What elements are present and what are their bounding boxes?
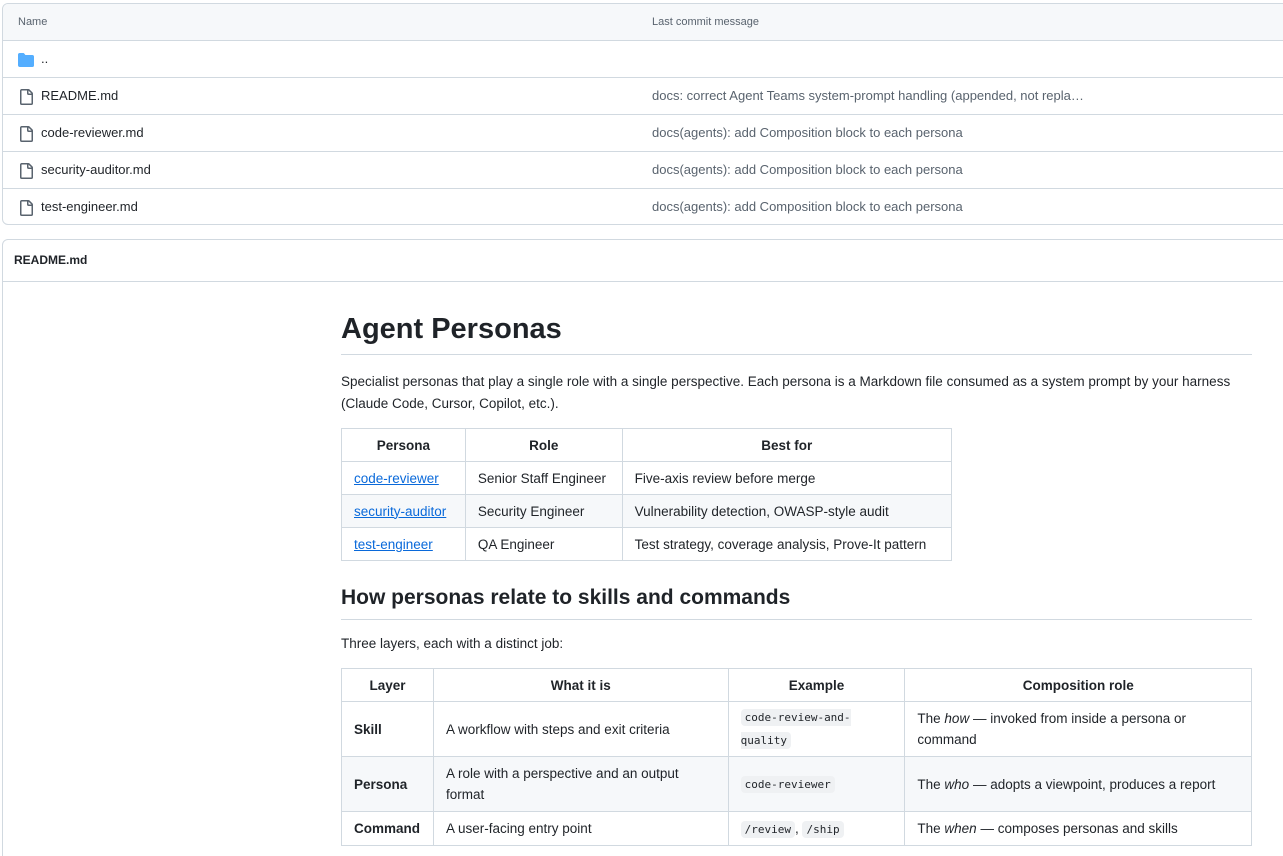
- table-cell: A role with a perspective and an output …: [432, 756, 729, 812]
- role-emphasis: when: [944, 821, 977, 836]
- file-list-header: Name Last commit message: [3, 4, 1283, 41]
- parent-directory-link[interactable]: ..: [41, 51, 48, 66]
- file-name-link[interactable]: README.md: [41, 88, 118, 103]
- table-header-cell: Best for: [621, 428, 953, 462]
- readme-panel: README.md Agent Personas Specialist pers…: [2, 239, 1283, 856]
- table-row: security-auditor Security Engineer Vulne…: [341, 494, 953, 528]
- table-cell: security-auditor: [341, 494, 466, 528]
- table-header-row: Layer What it is Example Composition rol…: [341, 668, 1252, 702]
- code-snippet: /review: [740, 820, 795, 838]
- file-row[interactable]: test-engineer.md docs(agents): add Compo…: [3, 189, 1283, 224]
- intro-paragraph: Specialist personas that play a single r…: [341, 374, 1231, 411]
- table-cell: Security Engineer: [464, 494, 623, 528]
- table-cell: Persona: [341, 756, 434, 812]
- table-header-cell: What it is: [432, 668, 729, 702]
- role-text: — composes personas and skills: [976, 821, 1178, 836]
- layers-table: Layer What it is Example Composition rol…: [341, 668, 1252, 846]
- table-row: Command A user-facing entry point /revie…: [341, 811, 1252, 846]
- table-header-cell: Layer: [341, 668, 434, 702]
- personas-table: Persona Role Best for code-reviewer Seni…: [341, 428, 953, 561]
- persona-link[interactable]: security-auditor: [354, 504, 446, 519]
- table-cell: code-review-and-quality: [727, 701, 906, 757]
- name-column-header: Name: [18, 16, 48, 28]
- code-snippet: /ship: [802, 820, 844, 838]
- table-cell: The how — invoked from inside a persona …: [904, 701, 1252, 757]
- table-row: Skill A workflow with steps and exit cri…: [341, 701, 1252, 757]
- file-icon: [20, 89, 33, 105]
- table-cell: The when — composes personas and skills: [904, 811, 1252, 846]
- commit-message-link[interactable]: docs(agents): add Composition block to e…: [652, 162, 963, 177]
- readme-header-title[interactable]: README.md: [14, 253, 87, 267]
- table-header-cell: Role: [464, 428, 623, 462]
- role-emphasis: who: [944, 776, 970, 792]
- table-cell: Vulnerability detection, OWASP-style aud…: [621, 494, 953, 528]
- file-icon: [20, 163, 33, 179]
- table-cell: Senior Staff Engineer: [464, 461, 623, 495]
- file-list: Name Last commit message .. README.md do…: [2, 3, 1283, 225]
- commit-message-link[interactable]: docs(agents): add Composition block to e…: [652, 125, 963, 140]
- role-text: The: [917, 821, 945, 836]
- commit-message-column-header: Last commit message: [652, 16, 759, 28]
- folder-icon: [18, 53, 34, 67]
- code-snippet: code-reviewer: [740, 776, 835, 793]
- file-name-link[interactable]: test-engineer.md: [41, 199, 138, 214]
- table-cell: A workflow with steps and exit criteria: [432, 701, 729, 757]
- table-header-cell: Persona: [341, 428, 466, 462]
- table-header-cell: Composition role: [904, 668, 1252, 702]
- role-text: The: [917, 711, 945, 726]
- table-row: test-engineer QA Engineer Test strategy,…: [341, 527, 953, 561]
- table-cell: test-engineer: [341, 527, 466, 561]
- table-row: code-reviewer Senior Staff Engineer Five…: [341, 461, 953, 495]
- table-cell: Skill: [341, 701, 434, 757]
- file-row[interactable]: code-reviewer.md docs(agents): add Compo…: [3, 115, 1283, 152]
- table-cell: The who — adopts a viewpoint, produces a…: [904, 756, 1252, 812]
- table-cell: QA Engineer: [464, 527, 623, 561]
- role-text: — adopts a viewpoint, produces a report: [969, 776, 1216, 792]
- file-icon: [20, 200, 33, 216]
- table-row: Persona A role with a perspective and an…: [341, 756, 1252, 812]
- table-cell: Test strategy, coverage analysis, Prove-…: [621, 527, 953, 561]
- table-cell: Five-axis review before merge: [621, 461, 953, 495]
- table-cell: code-reviewer: [341, 461, 466, 495]
- table-cell: code-reviewer: [727, 756, 906, 812]
- commit-message-link[interactable]: docs(agents): add Composition block to e…: [652, 199, 963, 214]
- file-name-link[interactable]: security-auditor.md: [41, 162, 151, 177]
- role-text: The: [917, 776, 945, 792]
- file-row[interactable]: README.md docs: correct Agent Teams syst…: [3, 78, 1283, 115]
- code-snippet: code-review-and-quality: [740, 709, 851, 749]
- layers-intro-paragraph: Three layers, each with a distinct job:: [341, 636, 564, 651]
- table-cell: /review, /ship: [727, 811, 906, 846]
- table-cell: A user-facing entry point: [432, 811, 729, 846]
- role-emphasis: how: [944, 711, 970, 726]
- commit-message-link[interactable]: docs: correct Agent Teams system-prompt …: [652, 88, 1084, 103]
- page-title: Agent Personas: [341, 312, 1252, 355]
- file-row[interactable]: security-auditor.md docs(agents): add Co…: [3, 152, 1283, 189]
- file-icon: [20, 126, 33, 142]
- markdown-body: Agent Personas Specialist personas that …: [341, 312, 1252, 846]
- table-header-cell: Example: [727, 668, 906, 702]
- readme-header: README.md: [3, 240, 1283, 282]
- parent-directory-row[interactable]: ..: [3, 41, 1283, 78]
- section-heading: How personas relate to skills and comman…: [341, 585, 1252, 620]
- table-cell: Command: [341, 811, 434, 846]
- file-name-link[interactable]: code-reviewer.md: [41, 125, 144, 140]
- table-header-row: Persona Role Best for: [341, 428, 953, 462]
- persona-link[interactable]: code-reviewer: [354, 471, 439, 486]
- persona-link[interactable]: test-engineer: [354, 537, 433, 552]
